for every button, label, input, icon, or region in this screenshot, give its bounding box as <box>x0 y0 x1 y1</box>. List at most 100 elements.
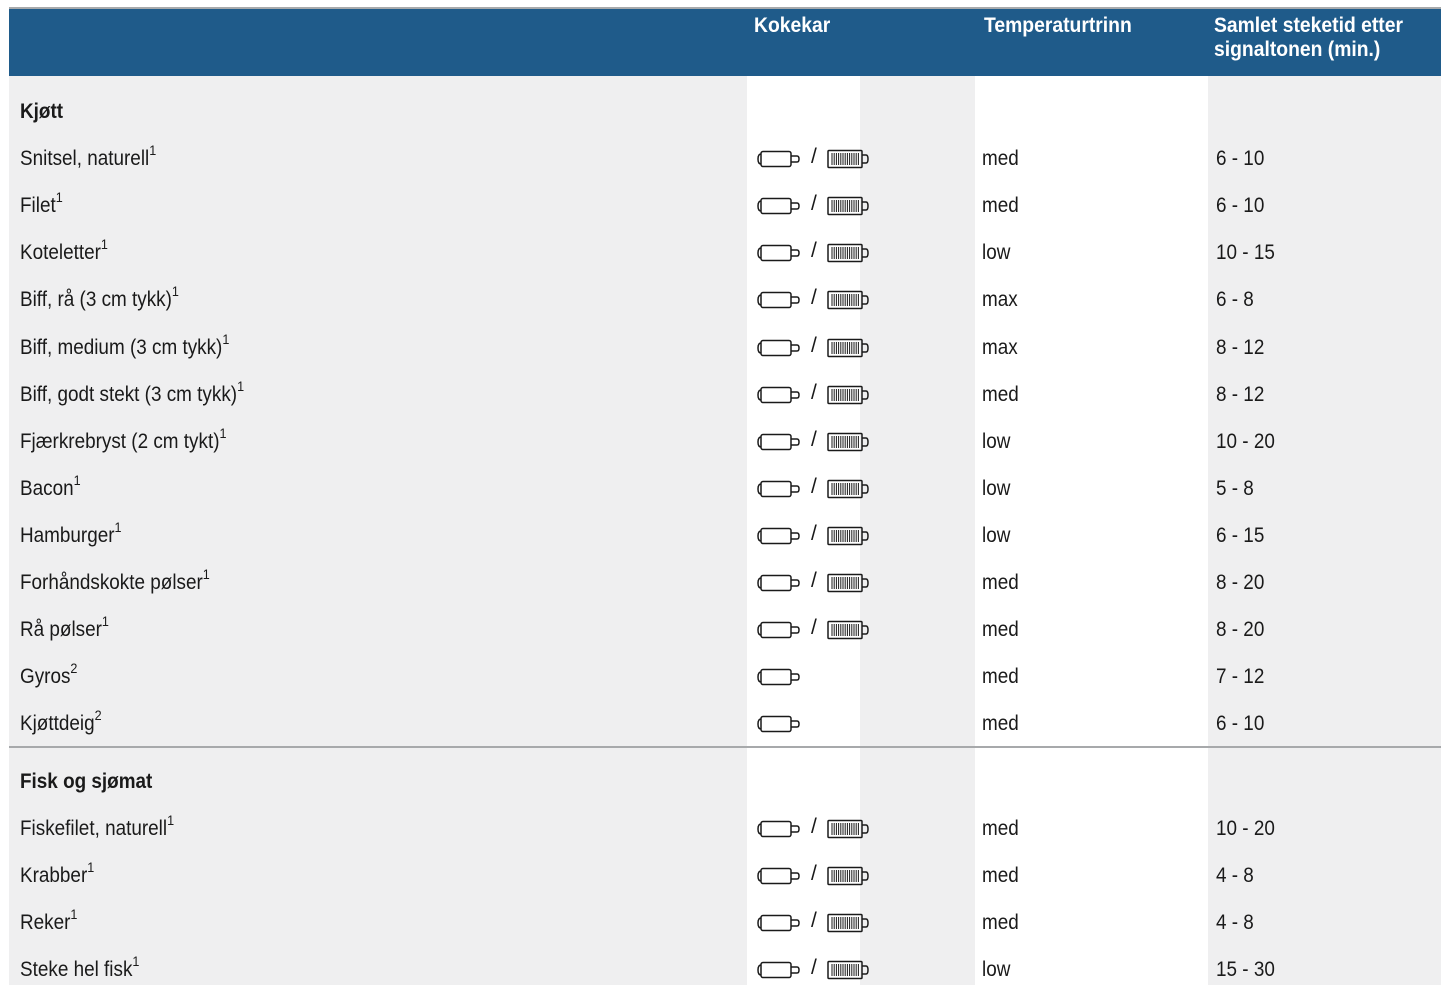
cooking-time: 4 - 8 <box>1216 911 1254 935</box>
cooking-time: 10 - 20 <box>1216 429 1275 453</box>
cookware-separator: / <box>811 815 817 839</box>
cookware-separator: / <box>811 286 817 310</box>
frying-pan-icon <box>757 433 800 450</box>
cooking-time: 8 - 20 <box>1216 571 1265 594</box>
cooking-time: 8 - 12 <box>1216 335 1265 359</box>
cooking-time: 10 - 20 <box>1216 817 1275 841</box>
cookware-separator: / <box>811 333 817 357</box>
cookware-separator: / <box>811 239 817 263</box>
cooking-time: 6 - 10 <box>1216 194 1265 218</box>
frying-pan-icon <box>757 668 800 686</box>
table-row: Rå pølser1 / med 8 - 20 <box>0 610 1441 650</box>
frying-pan-icon <box>757 574 800 592</box>
table-row: Gyros2 med 7 - 12 <box>0 657 1441 697</box>
header-time-line1: Samlet steketid etter <box>1214 14 1403 37</box>
cookware-separator: / <box>811 380 817 404</box>
temperature-level: med <box>982 712 1019 736</box>
food-name: Bacon1 <box>20 473 81 501</box>
temperature-level: med <box>982 665 1019 689</box>
temperature-level: max <box>982 335 1018 359</box>
footnote-marker: 1 <box>87 859 95 876</box>
table-row: Filet1 / med 6 - 10 <box>0 186 1441 226</box>
food-name-text: Forhåndskokte pølser <box>20 571 203 594</box>
food-name-text: Steke hel fisk <box>20 958 133 982</box>
frying-pan-icon <box>757 820 800 838</box>
grill-pan-icon <box>827 866 869 886</box>
cookware-separator: / <box>811 909 817 933</box>
food-name-text: Reker <box>20 911 71 935</box>
category-title: Kjøtt <box>20 100 64 123</box>
footnote-marker: 1 <box>114 518 122 535</box>
cookware-separator: / <box>811 862 817 886</box>
grill-pan-icon <box>827 432 869 451</box>
temperature-level: low <box>982 958 1011 982</box>
cooking-time: 8 - 20 <box>1216 618 1265 642</box>
temperature-level: max <box>982 288 1018 312</box>
footnote-marker: 1 <box>171 283 179 300</box>
cooking-time: 5 - 8 <box>1216 476 1254 500</box>
footnote-marker: 1 <box>167 812 175 829</box>
grill-pan-icon <box>827 149 869 169</box>
food-name: Steke hel fisk1 <box>20 954 139 982</box>
grill-pan-icon <box>827 526 869 546</box>
frying-pan-icon <box>757 386 800 403</box>
frying-pan-icon <box>757 245 800 262</box>
table-row: Fiskefilet, naturell1 / med 10 - 20 <box>0 809 1441 849</box>
section-divider <box>9 746 1441 748</box>
food-name-text: Biff, godt stekt (3 cm tykk) <box>20 382 238 406</box>
temperature-level: med <box>982 911 1019 935</box>
grill-pan-icon <box>827 573 869 593</box>
table-row: Kjøttdeig2 med 6 - 10 <box>0 704 1441 744</box>
header-time-line2: signaltonen (min.) <box>1214 38 1381 61</box>
frying-pan-icon <box>757 716 800 733</box>
temperature-level: low <box>982 241 1011 265</box>
cooking-time: 6 - 10 <box>1216 147 1265 171</box>
category-row: Fisk og sjømat <box>0 762 1441 802</box>
footnote-marker: 1 <box>100 236 108 253</box>
cookware-separator: / <box>811 427 817 451</box>
cooking-time: 6 - 8 <box>1216 288 1254 312</box>
food-name: Krabber1 <box>20 860 94 888</box>
footnote-marker: 1 <box>55 189 63 206</box>
temperature-level: med <box>982 382 1019 406</box>
frying-pan-icon <box>757 962 800 979</box>
footnote-marker: 1 <box>70 906 78 923</box>
category-row: Kjøtt <box>0 92 1441 132</box>
food-name: Biff, medium (3 cm tykk)1 <box>20 332 229 360</box>
table-row: Reker1 / med 4 - 8 <box>0 903 1441 943</box>
cookware-separator: / <box>811 192 817 216</box>
grill-pan-icon <box>827 479 869 499</box>
food-name-text: Filet <box>20 194 56 218</box>
footnote-marker: 2 <box>70 660 78 677</box>
table-row: Krabber1 / med 4 - 8 <box>0 856 1441 896</box>
table-row: Biff, godt stekt (3 cm tykk)1 / med 8 - 12 <box>0 375 1441 415</box>
grill-pan-icon <box>827 961 869 980</box>
table-row: Steke hel fisk1 / low 15 - 30 <box>0 950 1441 990</box>
frying-pan-icon <box>757 621 800 639</box>
frying-pan-icon <box>757 867 800 885</box>
grill-pan-icon <box>827 620 869 640</box>
cooking-time: 7 - 12 <box>1216 665 1265 689</box>
header-temperature: Temperaturtrinn <box>984 14 1132 37</box>
temperature-level: med <box>982 194 1019 218</box>
food-name: Biff, godt stekt (3 cm tykk)1 <box>20 379 244 407</box>
table-row: Hamburger1 / low 6 - 15 <box>0 516 1441 556</box>
food-name-text: Koteletter <box>20 241 101 265</box>
temperature-level: low <box>982 476 1011 500</box>
temperature-level: med <box>982 864 1019 888</box>
food-name: Koteletter1 <box>20 237 108 265</box>
frying-pan-icon <box>757 292 800 309</box>
food-name-text: Rå pølser <box>20 618 102 642</box>
food-name: Forhåndskokte pølser1 <box>20 567 210 595</box>
temperature-level: med <box>982 571 1019 594</box>
food-name: Biff, rå (3 cm tykk)1 <box>20 284 179 312</box>
food-name: Gyros2 <box>20 661 77 689</box>
footnote-marker: 1 <box>237 377 245 394</box>
footnote-marker: 1 <box>222 330 230 347</box>
header-time: Samlet steketid etter signaltonen (min.) <box>1214 14 1403 62</box>
frying-pan-icon <box>757 915 800 932</box>
cooking-time: 6 - 15 <box>1216 523 1265 547</box>
cooking-time: 15 - 30 <box>1216 958 1275 982</box>
frying-pan-icon <box>757 480 800 498</box>
frying-pan-icon <box>757 197 800 215</box>
